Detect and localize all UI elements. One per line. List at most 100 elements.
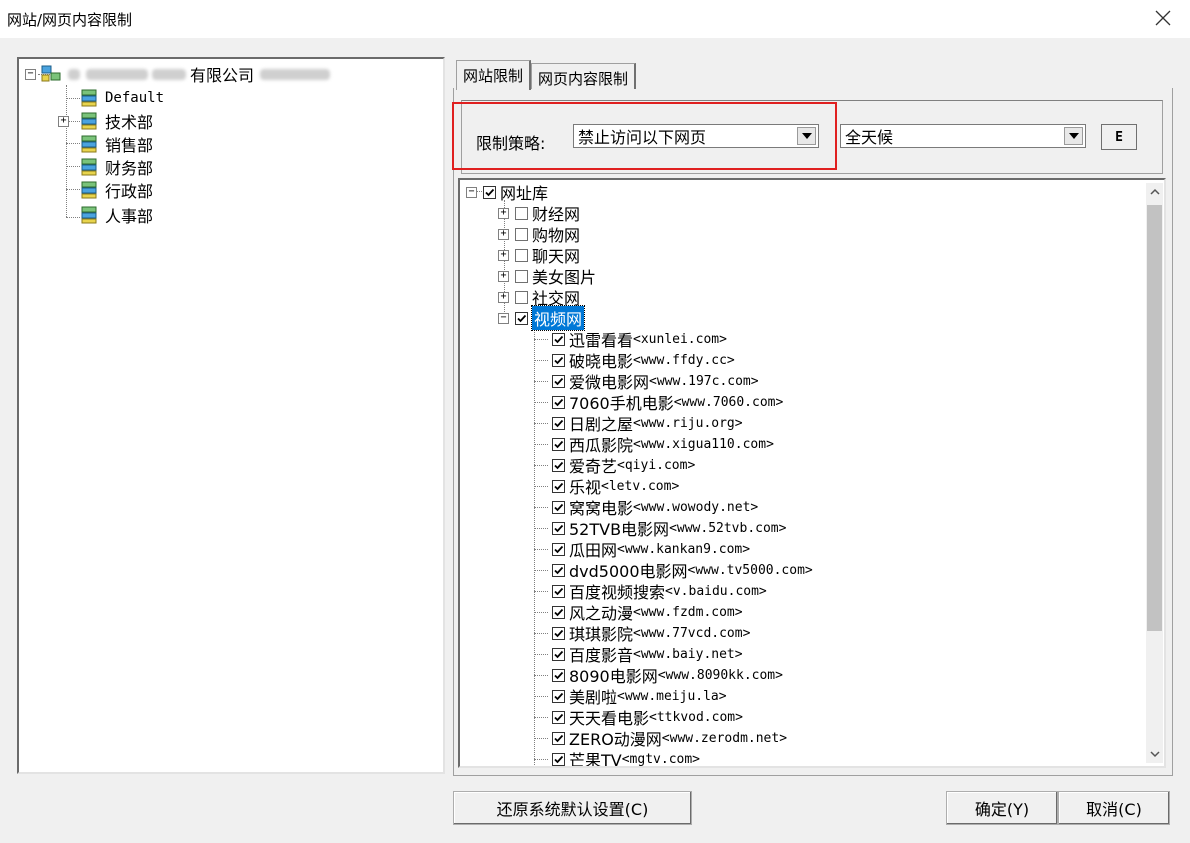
checkbox-checked-icon[interactable] <box>552 416 565 430</box>
site-item[interactable]: 美剧啦 <www.meiju.la> <box>534 686 727 707</box>
site-item[interactable]: 西瓜影院 <www.xigua110.com> <box>534 434 774 455</box>
tab-page-content-limit[interactable]: 网页内容限制 <box>531 63 637 89</box>
category-item[interactable]: + 社交网 <box>498 287 580 308</box>
org-node-sales[interactable]: 销售部 <box>79 134 153 155</box>
checkbox-unchecked-icon[interactable] <box>515 290 528 304</box>
scroll-up-icon[interactable] <box>1146 183 1163 200</box>
expand-icon[interactable]: + <box>498 207 509 219</box>
window-title: 网站/网页内容限制 <box>7 11 133 29</box>
site-item[interactable]: 7060手机电影 <www.7060.com> <box>534 392 783 413</box>
site-url: <www.kankan9.com> <box>617 541 751 557</box>
checkbox-checked-icon[interactable] <box>552 647 565 661</box>
tab-website-limit[interactable]: 网站限制 <box>456 60 532 90</box>
checkbox-checked-icon[interactable] <box>552 563 565 577</box>
org-node-hr[interactable]: 人事部 <box>79 205 153 226</box>
site-item[interactable]: 破晓电影 <www.ffdy.cc> <box>534 350 735 371</box>
expand-icon[interactable]: + <box>498 228 509 240</box>
site-url: <www.riju.org> <box>633 415 743 431</box>
department-icon <box>81 89 97 107</box>
vertical-scrollbar[interactable] <box>1146 183 1163 763</box>
checkbox-checked-icon[interactable] <box>515 311 528 325</box>
site-item[interactable]: 迅雷看看 <xunlei.com> <box>534 329 727 350</box>
site-item[interactable]: ZERO动漫网 <www.zerodm.net> <box>534 728 787 749</box>
url-tree-panel[interactable]: − 网址库 + 财经网 + 购物网 + 聊天网 + 美女图片 + 社交网 − 视频网 迅雷看看 <x… <box>458 178 1166 768</box>
checkbox-checked-icon[interactable] <box>552 731 565 745</box>
collapse-icon[interactable]: − <box>25 68 36 80</box>
site-item[interactable]: dvd5000电影网 <www.tv5000.com> <box>534 560 813 581</box>
checkbox-checked-icon[interactable] <box>552 521 565 535</box>
scroll-down-icon[interactable] <box>1146 746 1163 763</box>
url-root-node[interactable]: − 网址库 <box>466 182 548 203</box>
org-node-finance[interactable]: 财务部 <box>79 157 153 178</box>
chevron-down-icon[interactable] <box>1064 127 1083 145</box>
checkbox-checked-icon[interactable] <box>552 395 565 409</box>
checkbox-unchecked-icon[interactable] <box>515 269 528 283</box>
org-node-default[interactable]: Default <box>79 88 164 108</box>
checkbox-checked-icon[interactable] <box>552 752 565 766</box>
site-item[interactable]: 爱奇艺 <qiyi.com> <box>534 455 696 476</box>
expand-icon[interactable]: + <box>498 249 509 261</box>
checkbox-checked-icon[interactable] <box>552 605 565 619</box>
checkbox-checked-icon[interactable] <box>552 437 565 451</box>
site-item[interactable]: 风之动漫 <www.fzdm.com> <box>534 602 743 623</box>
org-node-admin[interactable]: 行政部 <box>79 180 153 201</box>
category-video[interactable]: − 视频网 <box>498 305 586 331</box>
category-item[interactable]: + 财经网 <box>498 203 580 224</box>
checkbox-unchecked-icon[interactable] <box>515 206 528 220</box>
cancel-button[interactable]: 取消(C) <box>1058 791 1170 825</box>
org-root-label: 有限公司 <box>190 66 255 85</box>
time-select[interactable]: 全天候 <box>840 124 1086 148</box>
department-icon <box>81 135 97 153</box>
site-url: <www.52tvb.com> <box>669 520 787 536</box>
site-url: <www.xigua110.com> <box>633 436 774 452</box>
checkbox-checked-icon[interactable] <box>552 479 565 493</box>
close-button[interactable] <box>1150 5 1176 31</box>
site-item[interactable]: 天天看电影 <ttkvod.com> <box>534 707 743 728</box>
org-node-tech[interactable]: + 技术部 <box>58 111 153 132</box>
checkbox-checked-icon[interactable] <box>552 374 565 388</box>
site-item[interactable]: 瓜田网 <www.kankan9.com> <box>534 539 751 560</box>
checkbox-checked-icon[interactable] <box>552 500 565 514</box>
site-item[interactable]: 52TVB电影网 <www.52tvb.com> <box>534 518 787 539</box>
site-url: <www.tv5000.com> <box>687 562 813 578</box>
checkbox-unchecked-icon[interactable] <box>515 227 528 241</box>
expand-icon[interactable]: + <box>498 270 509 282</box>
site-item[interactable]: 爱微电影网 <www.197c.com> <box>534 371 759 392</box>
site-item[interactable]: 百度影音 <www.baiy.net> <box>534 644 743 665</box>
checkbox-checked-icon[interactable] <box>552 458 565 472</box>
org-tree-panel[interactable]: − 有限公司 Default + 技术部 销售部 财务部 行政部 人事部 <box>17 57 445 774</box>
checkbox-unchecked-icon[interactable] <box>515 248 528 262</box>
scroll-thumb[interactable] <box>1147 205 1162 631</box>
category-item[interactable]: + 美女图片 <box>498 266 596 287</box>
site-url: <www.197c.com> <box>649 373 759 389</box>
site-item[interactable]: 8090电影网 <www.8090kk.com> <box>534 665 783 686</box>
checkbox-checked-icon[interactable] <box>552 584 565 598</box>
edit-time-button[interactable]: E <box>1101 124 1137 150</box>
category-item[interactable]: + 聊天网 <box>498 245 580 266</box>
checkbox-checked-icon[interactable] <box>483 185 496 199</box>
org-root-node[interactable]: − 有限公司 <box>25 64 331 85</box>
expand-icon[interactable]: + <box>58 115 69 127</box>
ok-button[interactable]: 确定(Y) <box>946 791 1058 825</box>
category-item[interactable]: + 购物网 <box>498 224 580 245</box>
site-item[interactable]: 乐视 <letv.com> <box>534 476 679 497</box>
expand-icon[interactable]: + <box>498 291 509 303</box>
site-url: <xunlei.com> <box>633 331 727 347</box>
site-item[interactable]: 琪琪影院 <www.77vcd.com> <box>534 623 750 644</box>
checkbox-checked-icon[interactable] <box>552 542 565 556</box>
collapse-icon[interactable]: − <box>466 186 477 198</box>
checkbox-checked-icon[interactable] <box>552 668 565 682</box>
site-item[interactable]: 日剧之屋 <www.riju.org> <box>534 413 743 434</box>
checkbox-checked-icon[interactable] <box>552 710 565 724</box>
collapse-icon[interactable]: − <box>498 312 509 324</box>
checkbox-checked-icon[interactable] <box>552 353 565 367</box>
restore-defaults-button[interactable]: 还原系统默认设置(C) <box>453 791 692 825</box>
checkbox-checked-icon[interactable] <box>552 626 565 640</box>
site-item[interactable]: 百度视频搜索 <v.baidu.com> <box>534 581 767 602</box>
checkbox-checked-icon[interactable] <box>552 332 565 346</box>
site-item[interactable]: 窝窝电影 <www.wowody.net> <box>534 497 758 518</box>
checkbox-checked-icon[interactable] <box>552 689 565 703</box>
site-url: <mgtv.com> <box>621 751 701 767</box>
site-item[interactable]: 芒果TV <mgtv.com> <box>534 749 701 767</box>
site-url: <qiyi.com> <box>617 457 696 473</box>
